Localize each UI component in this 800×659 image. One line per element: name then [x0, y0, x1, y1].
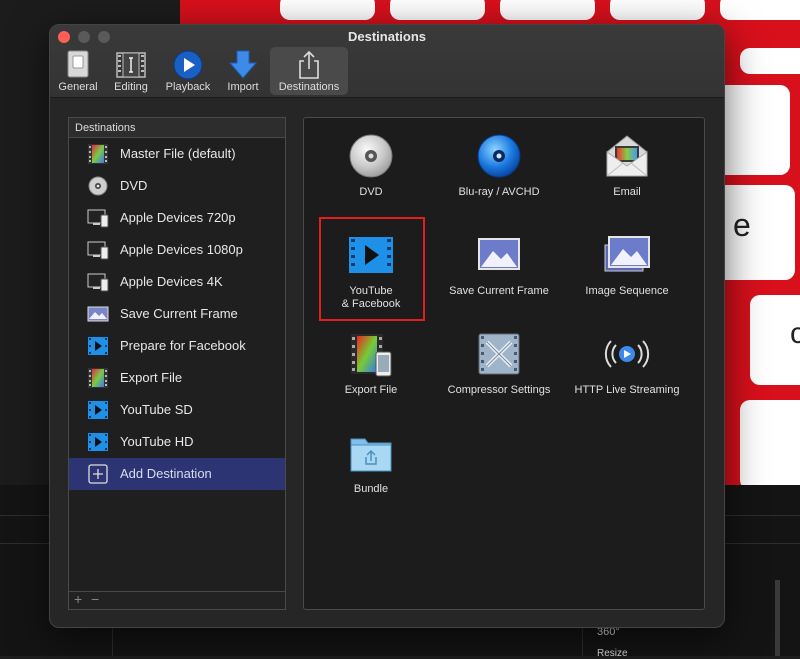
- film-color-icon: [88, 144, 108, 164]
- tab-playback[interactable]: Playback: [160, 47, 216, 95]
- grid-item-compressor-settings[interactable]: Compressor Settings: [435, 316, 563, 412]
- film-color-icon: [88, 368, 108, 388]
- destinations-list: Master File (default) DVD Apple Devices …: [68, 137, 286, 592]
- devices-icon: [87, 273, 109, 292]
- window-title: Destinations: [347, 29, 426, 44]
- tab-destinations[interactable]: Destinations: [270, 47, 348, 95]
- sidebar-item-apple-devices-1080p[interactable]: Apple Devices 1080p: [69, 234, 285, 266]
- film-phone-icon: [351, 334, 392, 377]
- sidebar-item-master-file[interactable]: Master File (default): [69, 138, 285, 170]
- destinations-sidebar: Destinations Master File (default) DVD A…: [68, 117, 288, 610]
- tab-editing-label: Editing: [114, 81, 148, 93]
- play-icon: [173, 50, 203, 80]
- bluray-disc-icon: [477, 134, 521, 178]
- tab-general-label: General: [58, 81, 98, 93]
- plus-square-icon: [88, 464, 108, 484]
- devices-icon: [87, 241, 109, 260]
- grid-item-label: Export File: [344, 384, 398, 396]
- tab-playback-label: Playback: [165, 81, 211, 93]
- sidebar-item-add-destination[interactable]: Add Destination: [69, 458, 285, 490]
- grid-item-label: HTTP Live Streaming: [574, 384, 680, 396]
- title-bar: Destinations General Editing Playback Im…: [50, 25, 724, 98]
- envelope-icon: [606, 135, 648, 177]
- sidebar-item-label: Prepare for Facebook: [120, 338, 246, 353]
- frame-image-icon: [478, 238, 520, 270]
- grid-item-label: Blu-ray / AVCHD: [458, 186, 540, 198]
- sidebar-item-label: Master File (default): [120, 146, 236, 161]
- grid-item-dvd[interactable]: DVD: [307, 118, 435, 214]
- grid-item-email[interactable]: Email: [563, 118, 691, 214]
- tab-destinations-label: Destinations: [278, 81, 340, 93]
- grid-item-label: Image Sequence: [585, 285, 669, 297]
- sidebar-item-label: Save Current Frame: [120, 306, 238, 321]
- film-strip-icon: [116, 52, 146, 78]
- sidebar-item-label: Add Destination: [120, 466, 212, 481]
- tab-import[interactable]: Import: [220, 47, 266, 95]
- sidebar-item-label: Apple Devices 1080p: [120, 242, 243, 257]
- sidebar-item-apple-devices-720p[interactable]: Apple Devices 720p: [69, 202, 285, 234]
- image-stack-icon: [604, 236, 650, 272]
- sidebar-item-label: Apple Devices 4K: [120, 274, 223, 289]
- grid-item-label: Compressor Settings: [447, 384, 551, 396]
- sidebar-footer: + −: [68, 591, 286, 610]
- download-arrow-icon: [228, 50, 258, 79]
- grid-item-label: DVD: [359, 186, 383, 198]
- grid-item-label: Email: [613, 186, 641, 198]
- dvd-disc-icon: [349, 134, 393, 178]
- grid-item-save-current-frame[interactable]: Save Current Frame: [435, 217, 563, 313]
- sidebar-item-label: YouTube SD: [120, 402, 193, 417]
- grid-item-bundle[interactable]: Bundle: [307, 415, 435, 511]
- destinations-window: Destinations General Editing Playback Im…: [49, 24, 725, 628]
- sidebar-item-label: Apple Devices 720p: [120, 210, 236, 225]
- sidebar-item-prepare-for-facebook[interactable]: Prepare for Facebook: [69, 330, 285, 362]
- grid-item-image-sequence[interactable]: Image Sequence: [563, 217, 691, 313]
- switch-icon: [67, 50, 89, 78]
- sidebar-item-youtube-sd[interactable]: YouTube SD: [69, 394, 285, 426]
- key-c: c: [750, 295, 800, 385]
- broadcast-icon: [604, 340, 650, 368]
- sidebar-item-save-current-frame[interactable]: Save Current Frame: [69, 298, 285, 330]
- grid-item-label: Save Current Frame: [449, 285, 549, 297]
- frame-image-icon: [87, 306, 109, 322]
- compressor-icon: [478, 333, 520, 375]
- sidebar-item-export-file[interactable]: Export File: [69, 362, 285, 394]
- video-play-icon: [88, 433, 108, 451]
- sidebar-item-label: YouTube HD: [120, 434, 194, 449]
- tab-import-label: Import: [227, 81, 259, 93]
- sidebar-header: Destinations: [68, 117, 286, 137]
- add-destination-button[interactable]: +: [74, 591, 82, 607]
- destination-grid: DVD Blu-ray / AVCHD Email YouTube & Face…: [303, 117, 705, 610]
- sidebar-item-youtube-hd[interactable]: YouTube HD: [69, 426, 285, 458]
- sidebar-item-label: DVD: [120, 178, 148, 193]
- grid-item-export-file[interactable]: Export File: [307, 316, 435, 412]
- disc-icon: [88, 176, 108, 196]
- grid-item-http-live-streaming[interactable]: HTTP Live Streaming: [563, 316, 691, 412]
- tab-general[interactable]: General: [54, 47, 102, 95]
- tab-editing[interactable]: Editing: [106, 47, 156, 95]
- share-icon: [299, 50, 319, 79]
- video-play-icon: [88, 401, 108, 419]
- sidebar-item-dvd[interactable]: DVD: [69, 170, 285, 202]
- remove-destination-button[interactable]: −: [91, 591, 99, 607]
- grid-item-label: Bundle: [353, 483, 389, 495]
- video-play-icon: [88, 337, 108, 355]
- grid-item-bluray-avchd[interactable]: Blu-ray / AVCHD: [435, 118, 563, 214]
- panel-label-resize: Resize: [597, 648, 628, 659]
- sidebar-item-label: Export File: [120, 370, 183, 385]
- devices-icon: [87, 209, 109, 228]
- highlight-box: [319, 217, 425, 321]
- sidebar-item-apple-devices-4k[interactable]: Apple Devices 4K: [69, 266, 285, 298]
- folder-icon: [350, 438, 392, 472]
